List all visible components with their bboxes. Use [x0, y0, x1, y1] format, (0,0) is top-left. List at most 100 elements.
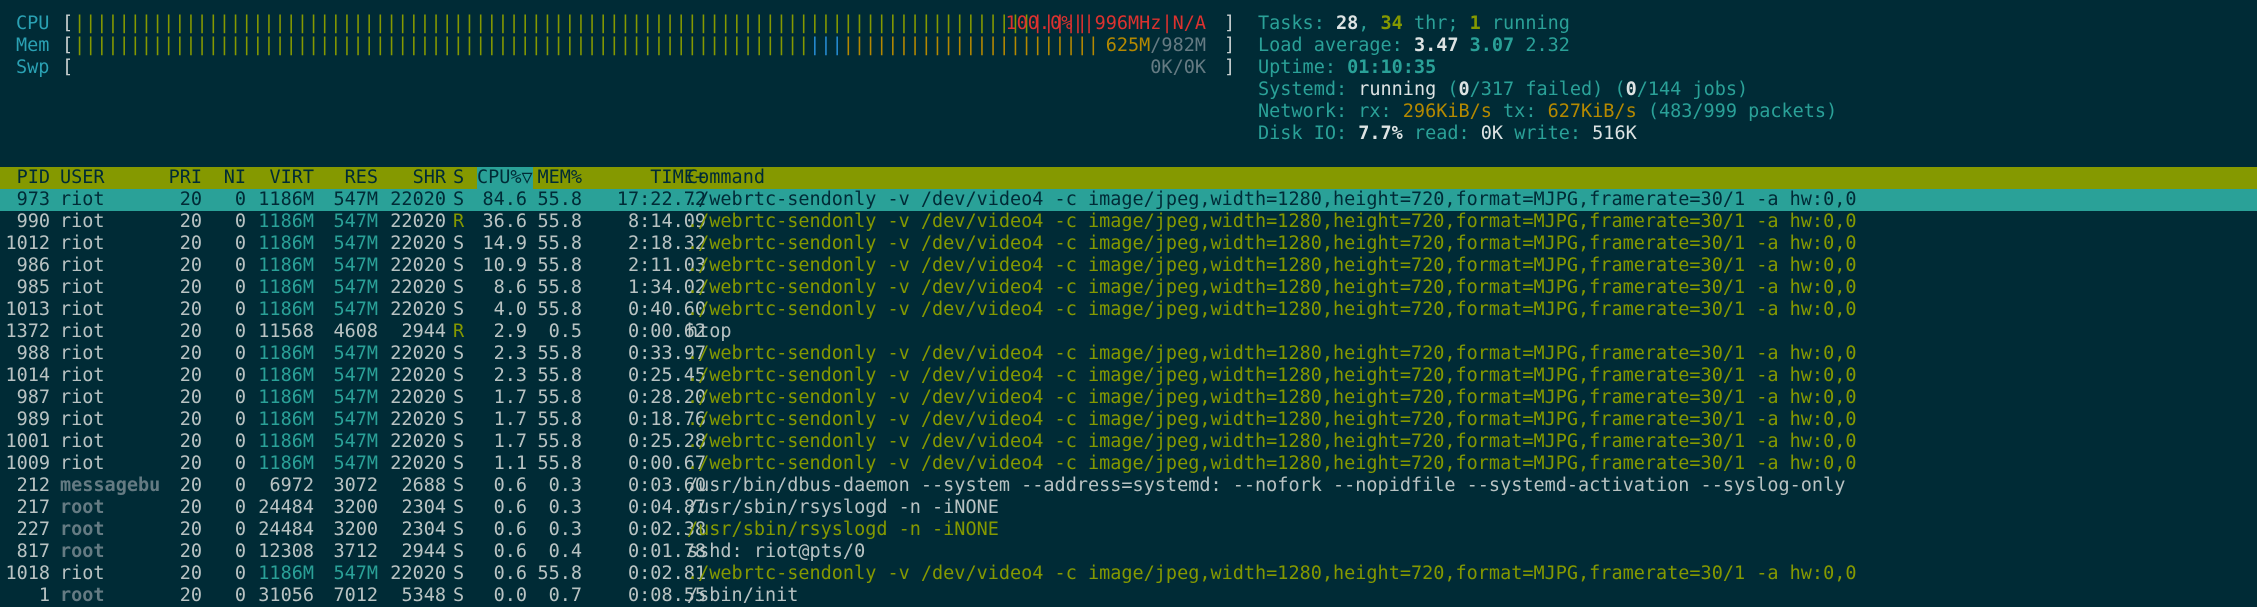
- process-row[interactable]: 1014 riot 20 0 1186M 547M 22020 S 2.3 55.8 0:25.45…: [0, 365, 2257, 387]
- col-virt-header[interactable]: VIRT: [252, 167, 314, 189]
- shr-cell: 2304: [401, 519, 446, 540]
- mem-percent-cell: 55.8: [537, 189, 582, 210]
- swap-close-bracket: ]: [1224, 57, 1236, 78]
- nice-cell: 0: [234, 255, 246, 276]
- shr-cell: 22020: [390, 233, 446, 254]
- process-row[interactable]: 227 root 20 0 24484 3200 2304 S 0.6 0.3 0:02.38/us…: [0, 519, 2257, 541]
- disk-io-line: Disk IO: 7.7% read: 0K write: 516K: [1258, 123, 1637, 144]
- swap-value: 0K/0K: [1150, 57, 1206, 78]
- pid-cell: 227: [16, 519, 50, 540]
- shr-cell: 22020: [390, 409, 446, 430]
- cpu-meter: CPU [ ||||||||||||||||||||||||||||||||||…: [16, 13, 1235, 35]
- command-cell: ./webrtc-sendonly -v /dev/video4 -c imag…: [687, 343, 1857, 364]
- state-cell: S: [453, 189, 465, 210]
- nice-cell: 0: [234, 189, 246, 210]
- col-state-header[interactable]: S: [453, 167, 465, 189]
- process-row[interactable]: 988 riot 20 0 1186M 547M 22020 S 2.3 55.8 0:33.97.…: [0, 343, 2257, 365]
- virt-cell: 11568: [258, 321, 314, 342]
- pid-cell: 1018: [5, 563, 50, 584]
- process-row[interactable]: 817 root 20 0 12308 3712 2944 S 0.6 0.4 0:01.78 ssh…: [0, 541, 2257, 563]
- priority-cell: 20: [179, 233, 202, 254]
- res-cell: 547M: [333, 277, 378, 298]
- process-row[interactable]: 1018 riot 20 0 1186M 547M 22020 S 0.6 55.8 0:02.81…: [0, 563, 2257, 585]
- cpu-percent-cell: 1.1: [493, 453, 527, 474]
- user-cell: riot: [60, 321, 105, 342]
- nice-cell: 0: [234, 233, 246, 254]
- command-cell: ./webrtc-sendonly -v /dev/video4 -c imag…: [687, 365, 1857, 386]
- cpu-percent-cell: 0.0: [493, 585, 527, 606]
- cpu-percent-cell: 0.6: [493, 541, 527, 562]
- process-row[interactable]: 1 root 20 0 31056 7012 5348 S 0.0 0.7 0:08.55/sbin…: [0, 585, 2257, 607]
- process-row[interactable]: 217 root 20 0 24484 3200 2304 S 0.6 0.3 0:04.87/us…: [0, 497, 2257, 519]
- cpu-percent-cell: 14.9: [482, 233, 527, 254]
- res-cell: 547M: [333, 189, 378, 210]
- process-row[interactable]: 985 riot 20 0 1186M 547M 22020 S 8.6 55.8 1:34.02.…: [0, 277, 2257, 299]
- col-cpu-header[interactable]: CPU%▽: [477, 167, 533, 189]
- virt-cell: 1186M: [258, 255, 314, 276]
- state-cell: R: [453, 211, 465, 232]
- priority-cell: 20: [179, 475, 202, 496]
- shr-cell: 22020: [390, 387, 446, 408]
- virt-cell: 6972: [269, 475, 314, 496]
- state-cell: S: [453, 585, 465, 606]
- user-cell: root: [60, 541, 105, 562]
- cpu-percent-cell: 10.9: [482, 255, 527, 276]
- mem-percent-cell: 0.5: [548, 321, 582, 342]
- mem-percent-cell: 0.3: [548, 519, 582, 540]
- col-shr-header[interactable]: SHR: [380, 167, 446, 189]
- nice-cell: 0: [234, 563, 246, 584]
- col-pri-header[interactable]: PRI: [150, 167, 202, 189]
- col-ni-header[interactable]: NI: [212, 167, 246, 189]
- command-cell: ./webrtc-sendonly -v /dev/video4 -c imag…: [687, 255, 1857, 276]
- shr-cell: 2944: [401, 541, 446, 562]
- col-mem-header[interactable]: MEM%: [530, 167, 582, 189]
- process-row[interactable]: 1009 riot 20 0 1186M 547M 22020 S 1.1 55.8 0:00.67…: [0, 453, 2257, 475]
- process-row[interactable]: 987 riot 20 0 1186M 547M 22020 S 1.7 55.8 0:28.20.…: [0, 387, 2257, 409]
- state-cell: S: [453, 299, 465, 320]
- shr-cell: 22020: [390, 189, 446, 210]
- shr-cell: 22020: [390, 277, 446, 298]
- htop-terminal: CPU [ ||||||||||||||||||||||||||||||||||…: [0, 0, 2257, 606]
- swap-open-bracket: [: [62, 57, 74, 78]
- virt-cell: 1186M: [258, 299, 314, 320]
- cpu-percent-cell: 0.6: [493, 475, 527, 496]
- virt-cell: 1186M: [258, 453, 314, 474]
- pid-cell: 1001: [5, 431, 50, 452]
- user-cell: root: [60, 585, 105, 606]
- shr-cell: 22020: [390, 255, 446, 276]
- user-cell: messagebu: [60, 475, 161, 496]
- process-row[interactable]: 990 riot 20 0 1186M 547M 22020 R 36.6 55.8 8:14.09…: [0, 211, 2257, 233]
- priority-cell: 20: [179, 497, 202, 518]
- res-cell: 547M: [333, 453, 378, 474]
- nice-cell: 0: [234, 387, 246, 408]
- res-cell: 547M: [333, 387, 378, 408]
- process-row[interactable]: 1372 riot 20 0 11568 4608 2944 R 2.9 0.5 0:00.62 ht…: [0, 321, 2257, 343]
- nice-cell: 0: [234, 519, 246, 540]
- shr-cell: 5348: [401, 585, 446, 606]
- cpu-percent-cell: 2.9: [493, 321, 527, 342]
- nice-cell: 0: [234, 211, 246, 232]
- col-command-header[interactable]: Command: [687, 167, 765, 189]
- process-row[interactable]: 212 messagebu 20 0 6972 3072 2688 S 0.6 0.3 0:03.6…: [0, 475, 2257, 497]
- mem-percent-cell: 55.8: [537, 409, 582, 430]
- cpu-percent-cell: 8.6: [493, 277, 527, 298]
- pid-cell: 990: [16, 211, 50, 232]
- priority-cell: 20: [179, 541, 202, 562]
- col-user-header[interactable]: USER: [60, 167, 105, 189]
- process-row[interactable]: 1001 riot 20 0 1186M 547M 22020 S 1.7 55.8 0:25.28…: [0, 431, 2257, 453]
- process-row[interactable]: 1012 riot 20 0 1186M 547M 22020 S 14.9 55.8 2:18.3…: [0, 233, 2257, 255]
- process-row[interactable]: 973 riot 20 0 1186M 547M 22020 S 84.6 55.8 17:22.7…: [0, 189, 2257, 211]
- res-cell: 7012: [333, 585, 378, 606]
- shr-cell: 22020: [390, 563, 446, 584]
- process-row[interactable]: 986 riot 20 0 1186M 547M 22020 S 10.9 55.8 2:11.03…: [0, 255, 2257, 277]
- col-pid-header[interactable]: PID: [0, 167, 50, 189]
- command-cell: ./webrtc-sendonly -v /dev/video4 -c imag…: [687, 563, 1857, 584]
- col-res-header[interactable]: RES: [318, 167, 378, 189]
- cpu-percent-cell: 1.7: [493, 431, 527, 452]
- process-row[interactable]: 989 riot 20 0 1186M 547M 22020 S 1.7 55.8 0:18.76.…: [0, 409, 2257, 431]
- swap-label: Swp: [16, 57, 50, 78]
- mem-meter: Mem [ ||||||||||||||||||||||||||||||||||…: [16, 35, 1235, 57]
- process-row[interactable]: 1013 riot 20 0 1186M 547M 22020 S 4.0 55.8 0:40.60…: [0, 299, 2257, 321]
- state-cell: S: [453, 233, 465, 254]
- virt-cell: 1186M: [258, 563, 314, 584]
